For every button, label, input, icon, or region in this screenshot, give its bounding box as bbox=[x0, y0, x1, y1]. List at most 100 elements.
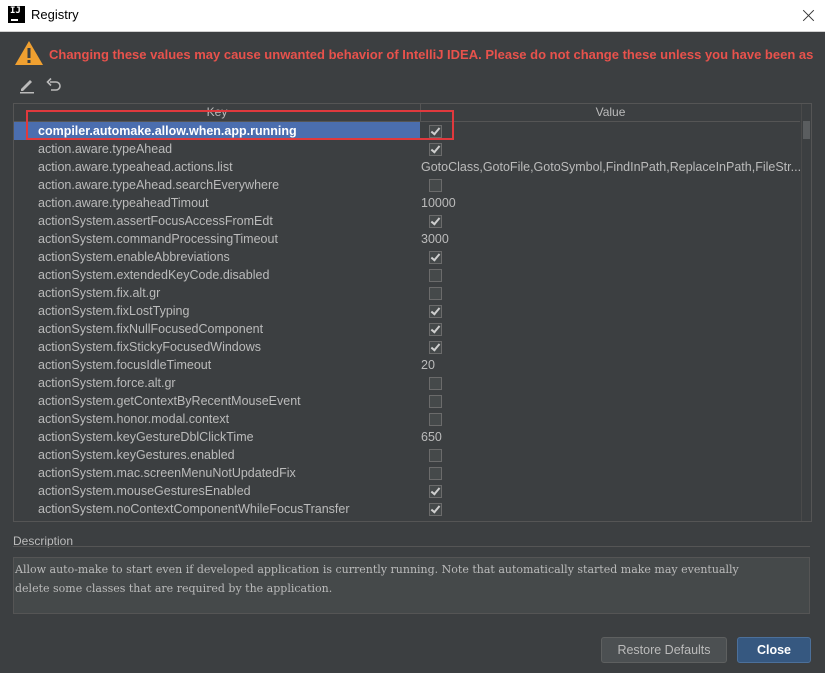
close-button[interactable]: Close bbox=[737, 637, 811, 663]
row-key[interactable]: actionSystem.assertFocusAccessFromEdt bbox=[14, 212, 420, 230]
table-row[interactable]: actionSystem.noContextComponentWhileFocu… bbox=[14, 500, 800, 518]
table-row[interactable]: action.aware.typeahead.actions.list GotoC… bbox=[14, 158, 800, 176]
table-row[interactable]: actionSystem.honor.modal.context bbox=[14, 410, 800, 428]
row-key[interactable]: actionSystem.honor.modal.context bbox=[14, 410, 420, 428]
value-checkbox[interactable] bbox=[429, 485, 442, 498]
row-value[interactable] bbox=[420, 392, 800, 410]
value-checkbox[interactable] bbox=[429, 323, 442, 336]
row-key[interactable]: actionSystem.mac.screenMenuNotUpdatedFix bbox=[14, 464, 420, 482]
row-key[interactable]: actionSystem.commandProcessingTimeout bbox=[14, 230, 420, 248]
value-checkbox[interactable] bbox=[429, 143, 442, 156]
row-value[interactable] bbox=[420, 464, 800, 482]
row-value[interactable] bbox=[420, 338, 800, 356]
row-value[interactable] bbox=[420, 284, 800, 302]
edit-icon[interactable] bbox=[18, 76, 36, 94]
value-checkbox[interactable] bbox=[429, 341, 442, 354]
scrollbar-thumb[interactable] bbox=[803, 121, 810, 139]
value-checkbox[interactable] bbox=[429, 395, 442, 408]
table-row[interactable]: actionSystem.mac.screenMenuNotUpdatedFix bbox=[14, 464, 800, 482]
row-value[interactable]: 3000 bbox=[420, 230, 800, 248]
row-key[interactable]: actionSystem.extendedKeyCode.disabled bbox=[14, 266, 420, 284]
value-checkbox[interactable] bbox=[429, 179, 442, 192]
table-row[interactable]: actionSystem.commandProcessingTimeout 300… bbox=[14, 230, 800, 248]
table-row[interactable]: action.aware.typeAhead bbox=[14, 140, 800, 158]
row-value[interactable] bbox=[420, 248, 800, 266]
column-header-value[interactable]: Value bbox=[421, 104, 800, 121]
value-checkbox[interactable] bbox=[429, 287, 442, 300]
value-checkbox[interactable] bbox=[429, 467, 442, 480]
row-value[interactable]: 20 bbox=[420, 356, 800, 374]
table-row[interactable]: actionSystem.fix.alt.gr bbox=[14, 284, 800, 302]
annotation-highlight-box bbox=[26, 110, 454, 140]
row-key[interactable]: actionSystem.keyGestures.enabled bbox=[14, 446, 420, 464]
value-checkbox[interactable] bbox=[429, 449, 442, 462]
value-text[interactable]: GotoClass,GotoFile,GotoSymbol,FindInPath… bbox=[421, 160, 800, 174]
value-text[interactable]: 20 bbox=[421, 358, 435, 372]
row-value[interactable] bbox=[420, 410, 800, 428]
row-key[interactable]: actionSystem.fixLostTyping bbox=[14, 302, 420, 320]
registry-table: Key Value compiler.automake.allow.when.a… bbox=[13, 103, 812, 522]
value-text[interactable]: 10000 bbox=[421, 196, 456, 210]
restore-defaults-button[interactable]: Restore Defaults bbox=[601, 637, 727, 663]
window-title: Registry bbox=[31, 7, 79, 22]
table-row[interactable]: actionSystem.keyGestures.enabled bbox=[14, 446, 800, 464]
table-row[interactable]: action.aware.typeAhead.searchEverywhere bbox=[14, 176, 800, 194]
value-text[interactable]: 3000 bbox=[421, 232, 449, 246]
row-value[interactable] bbox=[420, 140, 800, 158]
row-key[interactable]: actionSystem.focusIdleTimeout bbox=[14, 356, 420, 374]
table-row[interactable]: actionSystem.getContextByRecentMouseEven… bbox=[14, 392, 800, 410]
vertical-scrollbar[interactable] bbox=[801, 104, 811, 521]
row-value[interactable]: 650 bbox=[420, 428, 800, 446]
row-value[interactable] bbox=[420, 374, 800, 392]
row-value[interactable] bbox=[420, 500, 800, 518]
row-key[interactable] bbox=[14, 518, 420, 521]
table-row[interactable]: actionSystem.keyGestureDblClickTime 650 bbox=[14, 428, 800, 446]
table-row[interactable]: actionSystem.fixStickyFocusedWindows bbox=[14, 338, 800, 356]
table-row[interactable]: actionSystem.extendedKeyCode.disabled bbox=[14, 266, 800, 284]
row-value[interactable]: GotoClass,GotoFile,GotoSymbol,FindInPath… bbox=[420, 158, 800, 176]
row-value[interactable] bbox=[420, 266, 800, 284]
row-key[interactable]: actionSystem.mouseGesturesEnabled bbox=[14, 482, 420, 500]
row-key[interactable]: actionSystem.getContextByRecentMouseEven… bbox=[14, 392, 420, 410]
table-row[interactable]: actionSystem.focusIdleTimeout 20 bbox=[14, 356, 800, 374]
row-key[interactable]: action.aware.typeahead.actions.list bbox=[14, 158, 420, 176]
value-checkbox[interactable] bbox=[429, 215, 442, 228]
row-value[interactable] bbox=[420, 302, 800, 320]
value-checkbox[interactable] bbox=[429, 251, 442, 264]
value-text[interactable]: 650 bbox=[421, 430, 442, 444]
table-row[interactable]: actionSystem.fixNullFocusedComponent bbox=[14, 320, 800, 338]
row-key[interactable]: actionSystem.force.alt.gr bbox=[14, 374, 420, 392]
row-key[interactable]: actionSystem.enableAbbreviations bbox=[14, 248, 420, 266]
table-row[interactable] bbox=[14, 518, 800, 522]
row-key[interactable]: action.aware.typeaheadTimout bbox=[14, 194, 420, 212]
row-key[interactable]: actionSystem.fixStickyFocusedWindows bbox=[14, 338, 420, 356]
value-checkbox[interactable] bbox=[429, 521, 442, 522]
row-value[interactable] bbox=[420, 446, 800, 464]
value-checkbox[interactable] bbox=[429, 269, 442, 282]
row-key[interactable]: actionSystem.fixNullFocusedComponent bbox=[14, 320, 420, 338]
window-close-icon[interactable] bbox=[795, 2, 822, 28]
table-row[interactable]: actionSystem.fixLostTyping bbox=[14, 302, 800, 320]
value-checkbox[interactable] bbox=[429, 413, 442, 426]
row-key[interactable]: action.aware.typeAhead.searchEverywhere bbox=[14, 176, 420, 194]
row-value[interactable] bbox=[420, 122, 800, 140]
table-row[interactable]: actionSystem.enableAbbreviations bbox=[14, 248, 800, 266]
value-checkbox[interactable] bbox=[429, 503, 442, 516]
row-value[interactable] bbox=[420, 518, 800, 522]
row-key[interactable]: actionSystem.fix.alt.gr bbox=[14, 284, 420, 302]
row-value[interactable] bbox=[420, 320, 800, 338]
row-key[interactable]: actionSystem.keyGestureDblClickTime bbox=[14, 428, 420, 446]
table-row[interactable]: actionSystem.mouseGesturesEnabled bbox=[14, 482, 800, 500]
row-key[interactable]: actionSystem.noContextComponentWhileFocu… bbox=[14, 500, 420, 518]
value-checkbox[interactable] bbox=[429, 377, 442, 390]
row-key[interactable]: action.aware.typeAhead bbox=[14, 140, 420, 158]
row-value[interactable]: 10000 bbox=[420, 194, 800, 212]
table-row[interactable]: actionSystem.force.alt.gr bbox=[14, 374, 800, 392]
row-value[interactable] bbox=[420, 212, 800, 230]
row-value[interactable] bbox=[420, 176, 800, 194]
row-value[interactable] bbox=[420, 482, 800, 500]
table-row[interactable]: action.aware.typeaheadTimout 10000 bbox=[14, 194, 800, 212]
table-row[interactable]: actionSystem.assertFocusAccessFromEdt bbox=[14, 212, 800, 230]
value-checkbox[interactable] bbox=[429, 305, 442, 318]
revert-icon[interactable] bbox=[45, 76, 63, 94]
